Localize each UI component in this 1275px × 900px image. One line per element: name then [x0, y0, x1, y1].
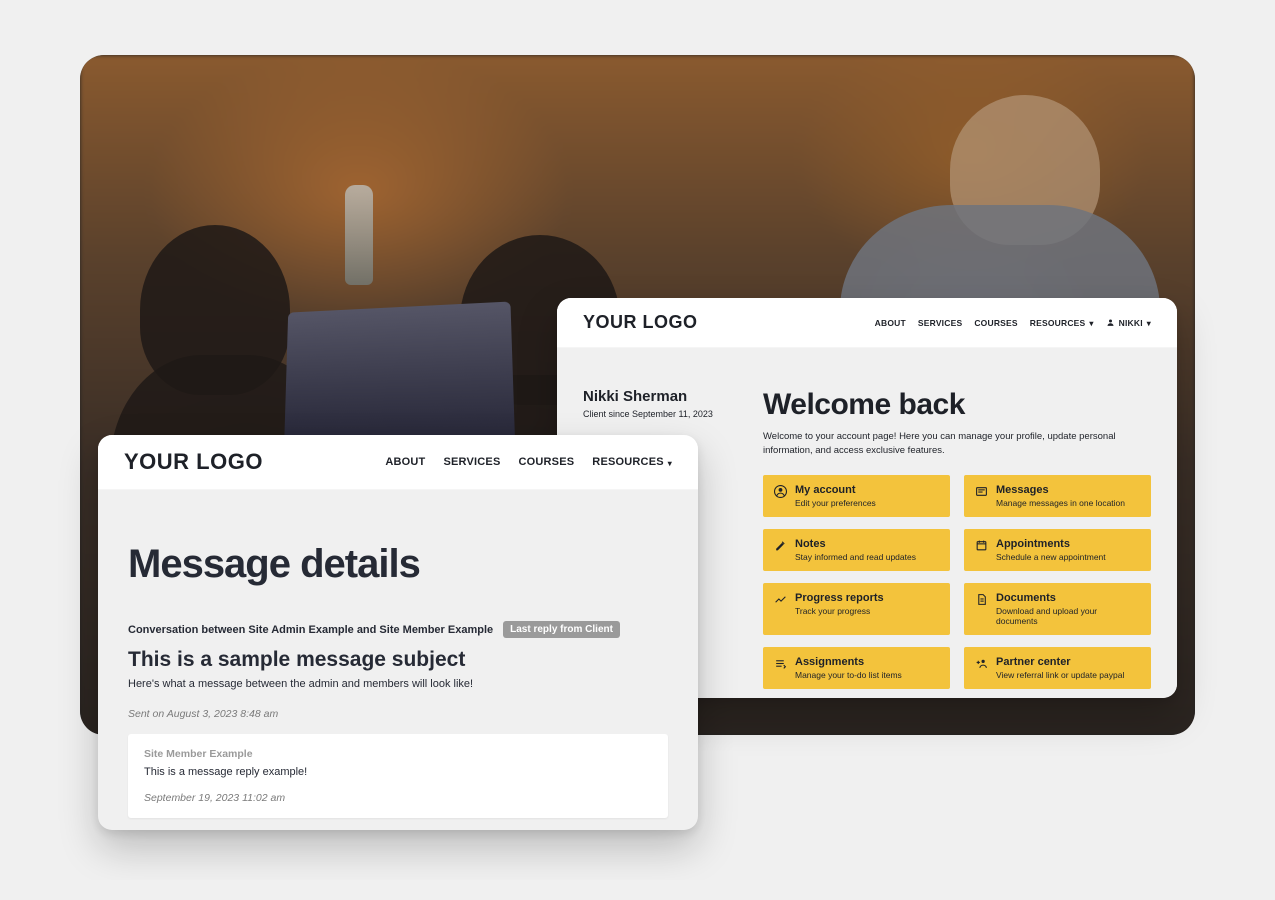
- tile-title: Documents: [996, 592, 1141, 605]
- reply-date: September 19, 2023 11:02 am: [144, 792, 652, 804]
- message-preview: Here's what a message between the admin …: [128, 678, 668, 690]
- client-since: Client since September 11, 2023: [583, 409, 733, 419]
- tile-desc: Download and upload your documents: [996, 606, 1141, 626]
- nav-courses-label: COURSES: [518, 456, 574, 468]
- member-name: Nikki Sherman: [583, 388, 733, 405]
- tile-account[interactable]: My accountEdit your preferences: [763, 475, 950, 517]
- tile-desc: Edit your preferences: [795, 498, 876, 508]
- status-badge: Last reply from Client: [503, 621, 620, 638]
- appointments-icon: [974, 538, 988, 552]
- main-nav: ABOUT SERVICES COURSES RESOURCES ▾: [385, 456, 672, 468]
- message-card: YOUR LOGO ABOUT SERVICES COURSES RESOURC…: [98, 435, 698, 830]
- user-icon: [1106, 318, 1115, 327]
- tile-title: Notes: [795, 538, 916, 551]
- account-icon: [773, 484, 787, 498]
- nav-courses-label: COURSES: [974, 318, 1017, 328]
- message-subject: This is a sample message subject: [128, 648, 668, 672]
- tile-documents[interactable]: DocumentsDownload and upload your docume…: [964, 583, 1151, 635]
- tile-title: Messages: [996, 484, 1125, 497]
- logo[interactable]: YOUR LOGO: [583, 312, 698, 333]
- conversation-row: Conversation between Site Admin Example …: [128, 621, 668, 638]
- documents-icon: [974, 592, 988, 606]
- logo[interactable]: YOUR LOGO: [124, 449, 263, 475]
- welcome-intro: Welcome to your account page! Here you c…: [763, 430, 1151, 459]
- message-header: YOUR LOGO ABOUT SERVICES COURSES RESOURC…: [98, 435, 698, 490]
- nav-resources-label: RESOURCES: [592, 456, 663, 468]
- message-body: Message details Conversation between Sit…: [98, 490, 698, 828]
- dashboard-header: YOUR LOGO ABOUT SERVICES COURSES RESOURC…: [557, 298, 1177, 348]
- nav-services-label: SERVICES: [443, 456, 500, 468]
- tile-desc: Manage messages in one location: [996, 498, 1125, 508]
- reply-from: Site Member Example: [144, 748, 652, 760]
- tile-title: Assignments: [795, 656, 902, 669]
- nav-about-label: ABOUT: [875, 318, 906, 328]
- chevron-down-icon: ▾: [668, 459, 672, 468]
- nav-resources[interactable]: RESOURCES▾: [1030, 318, 1094, 328]
- tile-title: Appointments: [996, 538, 1106, 551]
- conversation-text: Conversation between Site Admin Example …: [128, 624, 493, 636]
- page-title: Message details: [128, 542, 668, 587]
- tile-partner[interactable]: Partner centerView referral link or upda…: [964, 647, 1151, 689]
- partner-icon: [974, 656, 988, 670]
- dashboard-main: Welcome back Welcome to your account pag…: [763, 388, 1151, 672]
- nav-services-label: SERVICES: [918, 318, 962, 328]
- tile-desc: Manage your to-do list items: [795, 670, 902, 680]
- chevron-down-icon: ▾: [1147, 319, 1151, 328]
- nav-user[interactable]: NIKKI ▾: [1106, 318, 1151, 328]
- messages-icon: [974, 484, 988, 498]
- tile-notes[interactable]: NotesStay informed and read updates: [763, 529, 950, 571]
- tile-desc: View referral link or update paypal: [996, 670, 1124, 680]
- nav-resources-label: RESOURCES: [1030, 318, 1086, 328]
- tile-assignments[interactable]: AssignmentsManage your to-do list items: [763, 647, 950, 689]
- main-nav: ABOUT SERVICES COURSES RESOURCES▾ NIKKI …: [875, 318, 1151, 328]
- tile-messages[interactable]: MessagesManage messages in one location: [964, 475, 1151, 517]
- nav-resources[interactable]: RESOURCES ▾: [592, 456, 672, 468]
- tile-title: My account: [795, 484, 876, 497]
- assignments-icon: [773, 656, 787, 670]
- nav-services[interactable]: SERVICES: [443, 456, 500, 468]
- nav-about-label: ABOUT: [385, 456, 425, 468]
- tile-desc: Schedule a new appointment: [996, 552, 1106, 562]
- notes-icon: [773, 538, 787, 552]
- tile-desc: Stay informed and read updates: [795, 552, 916, 562]
- nav-user-label: NIKKI: [1119, 318, 1143, 328]
- tiles-grid: My accountEdit your preferencesMessagesM…: [763, 475, 1151, 690]
- welcome-title: Welcome back: [763, 388, 1151, 422]
- sent-on: Sent on August 3, 2023 8:48 am: [128, 708, 668, 720]
- tile-title: Progress reports: [795, 592, 884, 605]
- nav-about[interactable]: ABOUT: [875, 318, 906, 328]
- chevron-down-icon: ▾: [1089, 319, 1093, 328]
- reply-text: This is a message reply example!: [144, 766, 652, 778]
- tile-appointments[interactable]: AppointmentsSchedule a new appointment: [964, 529, 1151, 571]
- nav-about[interactable]: ABOUT: [385, 456, 425, 468]
- reply-box: Site Member Example This is a message re…: [128, 734, 668, 818]
- tile-desc: Track your progress: [795, 606, 884, 616]
- nav-services[interactable]: SERVICES: [918, 318, 962, 328]
- tile-title: Partner center: [996, 656, 1124, 669]
- progress-icon: [773, 592, 787, 606]
- outer-frame: YOUR LOGO ABOUT SERVICES COURSES RESOURC…: [20, 20, 1255, 880]
- nav-courses[interactable]: COURSES: [518, 456, 574, 468]
- nav-courses[interactable]: COURSES: [974, 318, 1017, 328]
- tile-progress[interactable]: Progress reportsTrack your progress: [763, 583, 950, 635]
